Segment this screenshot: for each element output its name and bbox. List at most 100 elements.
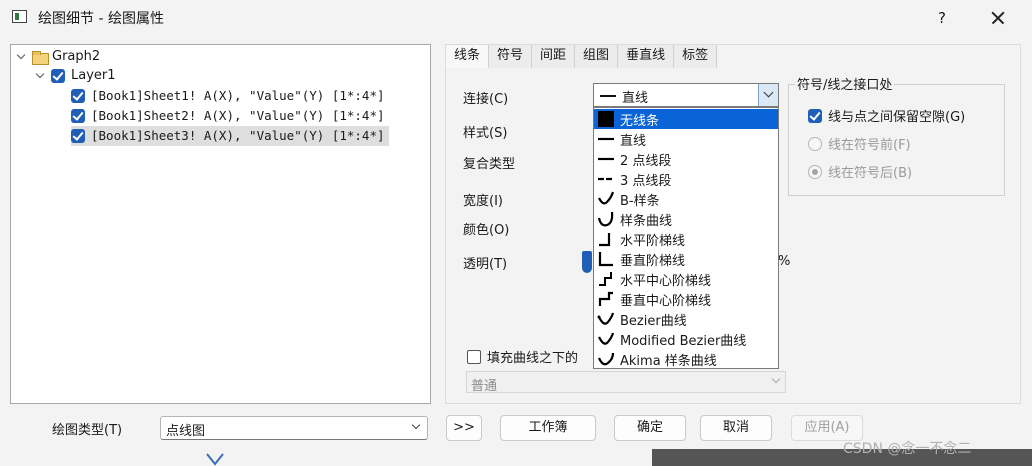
- gap-option[interactable]: 线与点之间保留空隙(G): [808, 106, 965, 125]
- plot-tree[interactable]: Graph2 Layer1 [Book1]Sheet1! A(X), "Valu…: [10, 44, 431, 404]
- line-after-symbol-option[interactable]: 线在符号后(B): [808, 162, 912, 181]
- chevron-down-icon[interactable]: [16, 51, 28, 63]
- tree-node-graph[interactable]: Graph2: [16, 47, 100, 67]
- dropdown-option-label: B-样条: [620, 193, 660, 209]
- tree-node-layer-label: Layer1: [71, 68, 116, 83]
- tree-node-plot-label: [Book1]Sheet3! A(X), "Value"(Y) [1*:4*]: [91, 128, 385, 143]
- plot-checkbox[interactable]: [71, 129, 85, 143]
- plot-checkbox[interactable]: [71, 89, 85, 103]
- line-before-label: 线在符号前(F): [828, 138, 911, 153]
- color-label: 颜色(O): [463, 223, 510, 238]
- fill-mode-value: 普通: [471, 379, 498, 394]
- tab-spacing[interactable]: 间距: [532, 45, 576, 68]
- vertical-step-icon: [597, 250, 615, 268]
- line-before-symbol-option[interactable]: 线在符号前(F): [808, 134, 911, 153]
- width-label: 宽度(I): [463, 194, 503, 209]
- line-before-radio[interactable]: [808, 136, 822, 151]
- window-title: 绘图细节 - 绘图属性: [38, 11, 164, 27]
- app-icon: [12, 10, 27, 23]
- dropdown-option-label: 垂直阶梯线: [620, 253, 686, 269]
- cancel-button[interactable]: 取消: [700, 415, 772, 441]
- layer-checkbox[interactable]: [51, 69, 65, 83]
- title-bar: 绘图细节 - 绘图属性 ?: [0, 0, 1032, 36]
- dropdown-option-label: 3 点线段: [620, 173, 672, 189]
- dropdown-option-label: 2 点线段: [620, 153, 672, 169]
- dropdown-option-label: 水平阶梯线: [620, 233, 686, 249]
- fill-mode-select: 普通: [466, 371, 786, 394]
- tab-drop-lines[interactable]: 垂直线: [618, 45, 675, 68]
- tab-strip: 线条 符号 间距 组图 垂直线 标签: [446, 45, 718, 68]
- plot-checkbox[interactable]: [71, 109, 85, 123]
- dropdown-option-label: 水平中心阶梯线: [620, 273, 712, 289]
- dropdown-option-2-point-segment[interactable]: 2 点线段: [594, 149, 778, 169]
- dropdown-option-3-point-segment[interactable]: 3 点线段: [594, 169, 778, 189]
- fill-under-curve-option[interactable]: 填充曲线之下的: [467, 347, 578, 366]
- dropdown-option-no-line[interactable]: 无线条: [594, 109, 778, 129]
- tree-node-plot-label: [Book1]Sheet2! A(X), "Value"(Y) [1*:4*]: [91, 108, 385, 123]
- dropdown-option-horizontal-step[interactable]: 水平阶梯线: [594, 229, 778, 249]
- horizontal-step-icon: [597, 230, 615, 248]
- connect-dropdown-list[interactable]: 无线条 直线 2 点线段 3 点线段 B-样条 样条曲线 水平阶梯线 垂直阶梯线…: [593, 107, 779, 369]
- tab-group[interactable]: 组图: [575, 45, 619, 68]
- transparency-label: 透明(T): [463, 257, 508, 272]
- tree-node-layer[interactable]: Layer1: [35, 66, 116, 86]
- background-chevron-icon: [206, 453, 224, 466]
- expand-button[interactable]: >>: [446, 415, 482, 441]
- fill-under-curve-checkbox[interactable]: [467, 349, 481, 364]
- chevron-down-icon[interactable]: [35, 70, 47, 82]
- dropdown-option-label: Modified Bezier曲线: [620, 333, 747, 349]
- connect-select-value: 直线: [622, 91, 649, 106]
- gap-option-label: 线与点之间保留空隙(G): [828, 110, 966, 125]
- vertical-center-step-icon: [597, 290, 615, 308]
- chevron-down-icon: [771, 374, 781, 384]
- plot-type-value: 点线图: [166, 424, 206, 439]
- dropdown-option-bezier[interactable]: Bezier曲线: [594, 309, 778, 329]
- style-label: 样式(S): [463, 126, 508, 141]
- fill-under-curve-label: 填充曲线之下的: [487, 351, 579, 366]
- dropdown-option-b-spline[interactable]: B-样条: [594, 189, 778, 209]
- plot-type-select[interactable]: 点线图: [160, 416, 428, 440]
- chevron-down-icon: [411, 420, 421, 430]
- tree-node-plot-1[interactable]: [Book1]Sheet1! A(X), "Value"(Y) [1*:4*]: [71, 86, 385, 106]
- background-window-strip: [652, 449, 1032, 466]
- dropdown-option-spline[interactable]: 样条曲线: [594, 209, 778, 229]
- no-line-icon: [597, 110, 615, 128]
- tree-node-plot-2[interactable]: [Book1]Sheet2! A(X), "Value"(Y) [1*:4*]: [71, 106, 385, 126]
- dropdown-option-label: Bezier曲线: [620, 313, 687, 329]
- chevron-down-icon[interactable]: [758, 84, 778, 106]
- compound-type-label: 复合类型: [463, 157, 516, 172]
- straight-line-icon: [597, 130, 615, 148]
- modified-bezier-icon: [597, 330, 615, 348]
- spline-icon: [597, 210, 615, 228]
- dropdown-option-straight[interactable]: 直线: [594, 129, 778, 149]
- dropdown-option-horizontal-center-step[interactable]: 水平中心阶梯线: [594, 269, 778, 289]
- tree-node-graph-label: Graph2: [52, 49, 101, 64]
- line-after-radio[interactable]: [808, 164, 822, 179]
- workbook-button[interactable]: 工作簿: [500, 415, 596, 441]
- b-spline-icon: [597, 190, 615, 208]
- dropdown-option-label: 垂直中心阶梯线: [620, 293, 712, 309]
- ok-button[interactable]: 确定: [614, 415, 686, 441]
- dropdown-option-label: 样条曲线: [620, 213, 673, 229]
- transparency-slider-thumb[interactable]: [582, 251, 592, 273]
- tab-labels[interactable]: 标签: [674, 45, 718, 68]
- dropdown-option-vertical-step[interactable]: 垂直阶梯线: [594, 249, 778, 269]
- dropdown-option-label: Akima 样条曲线: [620, 353, 717, 369]
- tab-line[interactable]: 线条: [446, 45, 490, 68]
- help-button[interactable]: ?: [930, 6, 954, 30]
- dropdown-option-modified-bezier[interactable]: Modified Bezier曲线: [594, 329, 778, 349]
- gap-checkbox[interactable]: [808, 108, 822, 123]
- straight-line-icon: [600, 95, 616, 97]
- tree-node-plot-3[interactable]: [Book1]Sheet3! A(X), "Value"(Y) [1*:4*]: [71, 126, 389, 146]
- tab-symbol[interactable]: 符号: [489, 45, 533, 68]
- dropdown-option-vertical-center-step[interactable]: 垂直中心阶梯线: [594, 289, 778, 309]
- tree-node-plot-label: [Book1]Sheet1! A(X), "Value"(Y) [1*:4*]: [91, 88, 385, 103]
- connect-select[interactable]: 直线: [593, 83, 779, 107]
- three-point-segment-icon: [597, 170, 615, 188]
- bezier-curve-icon: [597, 310, 615, 328]
- watermark: CSDN @念一不念二: [843, 441, 972, 457]
- close-button[interactable]: [986, 6, 1010, 30]
- dropdown-option-akima-spline[interactable]: Akima 样条曲线: [594, 349, 778, 369]
- akima-spline-icon: [597, 350, 615, 368]
- plot-type-label: 绘图类型(T): [52, 423, 123, 438]
